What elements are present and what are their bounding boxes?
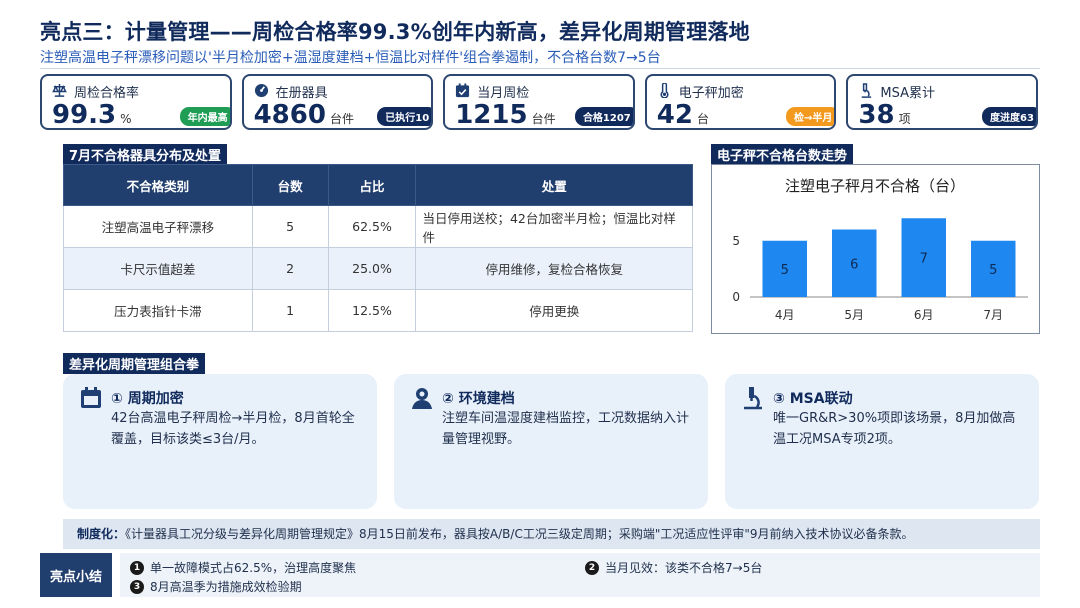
table-cell: 62.5% — [327, 205, 417, 248]
kpi-card-pass-rate: 周检合格率 99.3% 年内最高 — [40, 74, 232, 130]
x-tick-label: 4月 — [775, 308, 795, 322]
strategy-card-cycle: ① 周期加密 42台高温电子秤周检→半月检，8月首轮全覆盖，目标该类≤3台/月。 — [63, 374, 377, 509]
chart-container: 注塑电子秤月不合格（台） 0 5 4月 5月 6月 7月 5 6 7 5 — [711, 164, 1040, 334]
summary-text: 单一故障模式占62.5%，治理高度聚焦 — [150, 561, 357, 575]
table-section-label: 7月不合格器具分布及处置 — [63, 144, 228, 165]
table-cell: 压力表指针卡滞 — [63, 289, 253, 332]
summary-text: 8月高温季为措施成效检验期 — [150, 580, 302, 594]
kpi-unit: 台件 — [329, 112, 354, 126]
summary-item: 3 8月高温季为措施成效检验期 — [130, 578, 302, 595]
kpi-card-monthly-check: 当月周检 1215 台件 合格1207 — [443, 74, 635, 130]
data-label: 6 — [850, 257, 858, 272]
summary-items: 1 单一故障模式占62.5%，治理高度聚焦 2 当月见效：该类不合格7→5台 3… — [120, 553, 1040, 597]
kpi-unit: 台件 — [531, 112, 556, 126]
scale-icon — [52, 83, 67, 97]
kpi-card-scale-densify: 电子秤加密 42 台 检→半月 — [644, 74, 837, 130]
card-body: 注塑车间温湿度建档监控，工况数据纳入计量管理视野。 — [442, 411, 690, 447]
nonconforming-table: 不合格类别 台数 占比 处置 注塑高温电子秤漂移 5 62.5% 当日停用送校；… — [63, 164, 693, 332]
data-label: 5 — [781, 263, 789, 278]
card-title: ③ MSA联动 — [773, 391, 853, 407]
y-tick-label: 0 — [732, 290, 740, 304]
kpi-label: 当月周检 — [477, 86, 530, 101]
kpi-value: 38 项 — [858, 100, 911, 130]
card-title: ② 环境建档 — [442, 391, 515, 407]
kpi-badge: 合格1207 — [574, 107, 633, 126]
table-cell: 12.5% — [327, 289, 417, 332]
x-tick-label: 7月 — [983, 308, 1003, 322]
kpi-row: 周检合格率 99.3% 年内最高 在册器具 4860 台件 已执行10 当月周检 … — [40, 74, 1038, 130]
summary-number-badge: 3 — [130, 579, 144, 594]
calendar-check-icon — [456, 83, 470, 98]
summary-number-badge: 1 — [130, 560, 144, 575]
summary-number-badge: 2 — [585, 560, 599, 575]
institutionalization-bar: 制度化：《计量器具工况分级与差异化周期管理规定》8月15日前发布，器具按A/B/… — [63, 519, 1040, 549]
table-header-cell: 台数 — [251, 164, 329, 206]
table-header-cell: 占比 — [327, 164, 417, 206]
kpi-value: 42 台 — [656, 100, 709, 130]
table-cell: 当日停用送校；42台加密半月检；恒温比对样件 — [415, 205, 693, 248]
data-label: 5 — [989, 263, 997, 278]
kpi-unit: % — [120, 112, 132, 126]
user-icon — [412, 388, 432, 409]
card-body: 唯一GR&R>30%项即该场景，8月加做高温工况MSA专项2项。 — [773, 411, 1016, 447]
table-cell: 2 — [251, 247, 329, 290]
title-divider — [40, 68, 1040, 69]
strategy-card-environment: ② 环境建档 注塑车间温湿度建档监控，工况数据纳入计量管理视野。 — [394, 374, 708, 509]
kpi-value: 99.3% — [52, 100, 132, 130]
summary-item: 1 单一故障模式占62.5%，治理高度聚焦 — [130, 559, 356, 576]
x-tick-label: 5月 — [844, 308, 864, 322]
kpi-badge: 度进度63 — [982, 107, 1036, 126]
kpi-label: MSA累计 — [880, 86, 935, 101]
table-cell: 注塑高温电子秤漂移 — [63, 205, 253, 248]
table-row: 卡尺示值超差 2 25.0% 停用维修，复检合格恢复 — [63, 247, 693, 290]
kpi-unit: 台 — [696, 112, 709, 126]
kpi-badge: 检→半月 — [785, 107, 835, 126]
x-tick-label: 6月 — [914, 308, 934, 322]
kpi-label: 电子秤加密 — [678, 86, 744, 101]
institutionalization-label: 制度化： — [77, 527, 126, 541]
table-header-row: 不合格类别 台数 占比 处置 — [63, 164, 693, 206]
table-header-cell: 处置 — [415, 164, 693, 206]
kpi-card-registered: 在册器具 4860 台件 已执行10 — [241, 74, 434, 130]
strategy-card-msa: ③ MSA联动 唯一GR&R>30%项即该场景，8月加做高温工况MSA专项2项。 — [725, 374, 1039, 509]
summary-item: 2 当月见效：该类不合格7→5台 — [585, 559, 762, 576]
table-row: 压力表指针卡滞 1 12.5% 停用更换 — [63, 289, 693, 332]
chart-section-label: 电子秤不合格台数走势 — [711, 144, 854, 165]
calendar-icon — [81, 387, 101, 408]
summary-label: 亮点小结 — [40, 553, 112, 597]
table-cell: 5 — [251, 205, 329, 248]
microscope-icon — [744, 387, 762, 410]
page-title: 亮点三：计量管理——周检合格率99.3%创年内新高，差异化周期管理落地 — [40, 20, 750, 44]
table-cell: 25.0% — [327, 247, 417, 290]
y-tick-label: 5 — [732, 234, 740, 248]
summary-text: 当月见效：该类不合格7→5台 — [605, 561, 763, 575]
table-header-cell: 不合格类别 — [63, 164, 253, 206]
kpi-badge: 已执行10 — [377, 107, 432, 126]
table-row: 注塑高温电子秤漂移 5 62.5% 当日停用送校；42台加密半月检；恒温比对样件 — [63, 205, 693, 248]
table-cell: 1 — [251, 289, 329, 332]
microscope-icon — [862, 83, 872, 98]
chart-title: 注塑电子秤月不合格（台） — [785, 177, 965, 195]
gauge-icon — [254, 83, 268, 98]
kpi-value: 4860 台件 — [253, 100, 354, 130]
thermometer-icon — [660, 83, 669, 98]
kpi-badge: 年内最高 — [179, 107, 230, 126]
institutionalization-text: 《计量器具工况分级与差异化周期管理规定》8月15日前发布，器具按A/B/C工况三… — [125, 527, 914, 541]
kpi-label: 周检合格率 — [74, 86, 140, 101]
page-subtitle: 注塑高温电子秤漂移问题以'半月检加密+温湿度建档+恒温比对样件'组合拳遏制，不合… — [40, 50, 661, 66]
chart-bars: 5 6 7 5 — [762, 218, 1016, 297]
data-label: 7 — [920, 252, 928, 267]
card-title: ① 周期加密 — [111, 391, 184, 407]
bar-chart: 注塑电子秤月不合格（台） 0 5 4月 5月 6月 7月 5 6 7 5 — [732, 177, 1028, 322]
kpi-label: 在册器具 — [275, 86, 328, 101]
kpi-card-msa: MSA累计 38 项 度进度63 — [846, 74, 1038, 130]
kpi-value: 1215 台件 — [455, 100, 556, 130]
table-cell: 停用更换 — [415, 289, 693, 332]
card-body: 42台高温电子秤周检→半月检，8月首轮全覆盖，目标该类≤3台/月。 — [111, 411, 355, 447]
kpi-unit: 项 — [898, 112, 911, 126]
table-cell: 停用维修，复检合格恢复 — [415, 247, 693, 290]
table-cell: 卡尺示值超差 — [63, 247, 253, 290]
combo-section-label: 差异化周期管理组合拳 — [63, 353, 206, 374]
